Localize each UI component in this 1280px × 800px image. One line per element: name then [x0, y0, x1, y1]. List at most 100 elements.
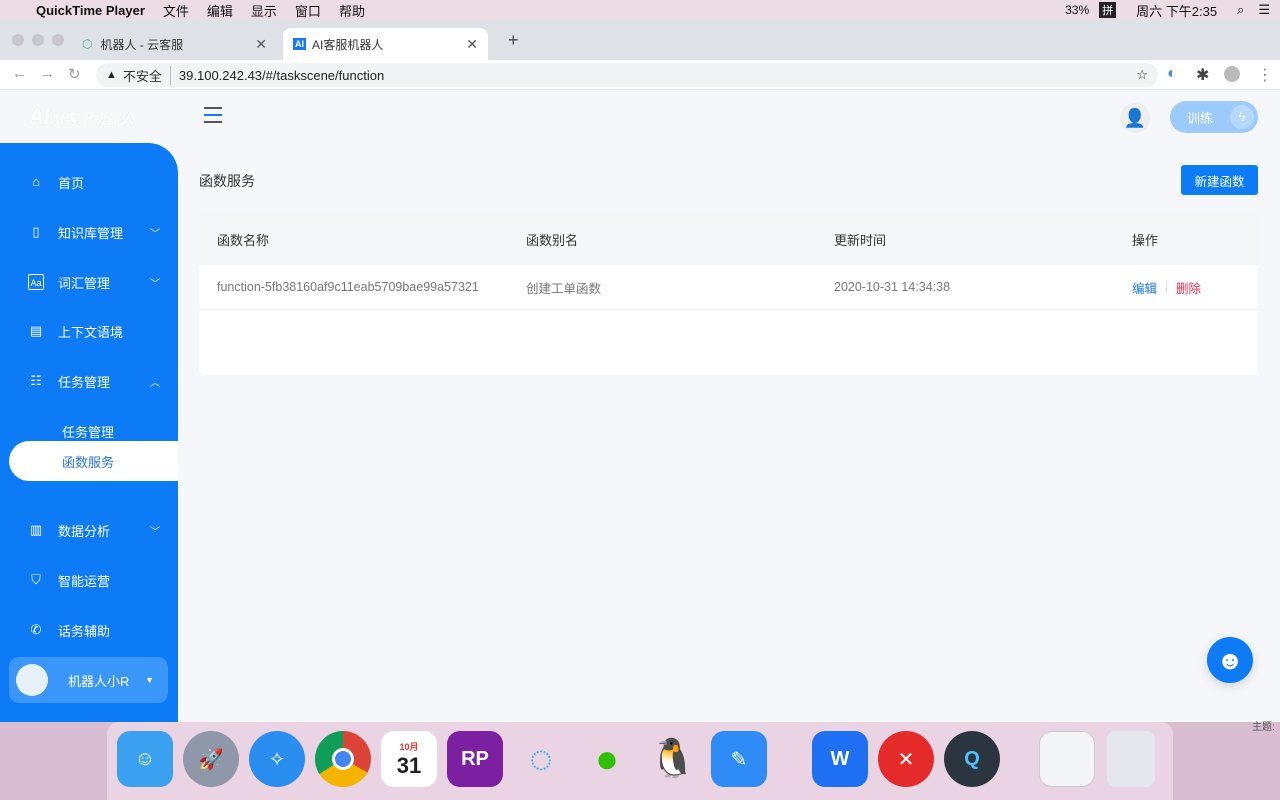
- chevron-up-icon: ︿: [150, 377, 160, 389]
- finder-icon[interactable]: ☺: [117, 731, 173, 787]
- user-avatar-icon[interactable]: 👤: [1120, 103, 1150, 133]
- xmind-icon[interactable]: ✕: [878, 731, 934, 787]
- star-icon[interactable]: ☆: [1136, 67, 1148, 83]
- wps-icon[interactable]: W: [812, 731, 868, 787]
- robot-profile-switcher[interactable]: 机器人小R ▼: [9, 657, 168, 703]
- sidebar-item-vocabulary[interactable]: Aa 词汇管理 ﹀: [0, 262, 178, 302]
- divider: [1166, 281, 1167, 293]
- safari-icon[interactable]: ✧: [249, 731, 305, 787]
- table-row: function-5fb38160af9c11eab5709bae99a5732…: [199, 265, 1258, 310]
- column-header: 操作: [1132, 232, 1159, 248]
- sidebar-item-operations[interactable]: ⛉ 智能运营: [0, 560, 178, 600]
- logo: AIAI客服机器人: [28, 104, 134, 129]
- profile-icon[interactable]: [1224, 66, 1240, 82]
- label: 任务管理: [58, 374, 111, 390]
- label: 智能运营: [58, 573, 111, 589]
- chevron-down-icon: ﹀: [150, 526, 160, 538]
- label: 首页: [58, 175, 85, 191]
- wechat-icon[interactable]: ●: [579, 731, 635, 787]
- puzzle-icon[interactable]: ✱: [1196, 65, 1209, 85]
- tab-ai-robot[interactable]: AI AI客服机器人 ✕: [283, 28, 488, 60]
- label: 任务管理: [62, 424, 115, 440]
- dock: ☺ 🚀 ✧ 10月 31 RP ◌ ● 🐧 ✎ W ✕ Q: [107, 722, 1173, 800]
- quicktime-icon[interactable]: Q: [944, 731, 1000, 787]
- input-method-icon[interactable]: 拼: [1099, 2, 1117, 18]
- chat-bot-icon[interactable]: ☻: [1207, 637, 1253, 683]
- column-header: 函数别名: [526, 232, 579, 248]
- extension-icon[interactable]: ◐: [1167, 65, 1177, 83]
- book-icon: ▯: [32, 224, 40, 239]
- security-label[interactable]: 不安全: [123, 65, 171, 85]
- document-icon: ▤: [29, 323, 43, 338]
- task-list-icon: ☷: [30, 373, 42, 388]
- menu-edit[interactable]: 编辑: [207, 1, 233, 20]
- table-header: 函数名称 函数别名 更新时间 操作: [199, 213, 1258, 265]
- address-bar-row: ← → ↻ ▲ 不安全 39.100.242.43/#/taskscene/fu…: [0, 60, 1280, 90]
- updated-time: 2020-10-31 14:34:38: [834, 280, 951, 294]
- notes-icon[interactable]: ✎: [711, 731, 767, 787]
- clock[interactable]: 周六 下午2:35: [1136, 1, 1217, 20]
- sidebar-item-context[interactable]: ▤ 上下文语境: [0, 311, 178, 351]
- chevron-down-icon: ﹀: [150, 228, 160, 240]
- window-controls[interactable]: [12, 34, 64, 46]
- hexagon-icon: ⬡: [82, 37, 93, 51]
- tab-cloud-service[interactable]: ⬡ 机器人 - 云客服 ✕: [72, 28, 277, 60]
- label: 知识库管理: [58, 225, 124, 241]
- label: 函数服务: [62, 454, 115, 470]
- sidebar-subitem-function[interactable]: 函数服务: [9, 441, 178, 481]
- menu-app[interactable]: QuickTime Player: [36, 3, 145, 18]
- battery-percent: 33%: [1065, 3, 1090, 17]
- qq-icon[interactable]: 🐧: [645, 731, 701, 787]
- launchpad-icon[interactable]: 🚀: [183, 731, 239, 787]
- menu-window[interactable]: 窗口: [295, 1, 321, 20]
- reload-icon[interactable]: ↻: [68, 65, 81, 83]
- column-header: 更新时间: [834, 232, 887, 248]
- function-name: function-5fb38160af9c11eab5709bae99a5732…: [217, 280, 479, 294]
- collapse-menu-icon[interactable]: [204, 107, 222, 123]
- tab-title: 机器人 - 云客服: [100, 37, 184, 52]
- more-icon[interactable]: ⋮: [1257, 65, 1273, 85]
- label: 话务辅助: [58, 623, 111, 639]
- chat-app-icon[interactable]: ◌: [513, 731, 569, 787]
- spotlight-icon[interactable]: ⌕: [1237, 2, 1244, 18]
- chrome-icon[interactable]: [315, 731, 371, 787]
- menu-bar: QuickTime Player 文件 编辑 显示 窗口 帮助 33% 拼 周六…: [0, 0, 1280, 20]
- lightning-icon: ϟ: [1230, 105, 1254, 129]
- tab-bar: ⬡ 机器人 - 云客服 ✕ AI AI客服机器人 ✕ +: [0, 20, 1280, 60]
- theme-hint: 主题:: [1252, 722, 1275, 733]
- page-title: 函数服务: [199, 173, 255, 189]
- sidebar-item-task[interactable]: ☷ 任务管理 ︿: [0, 361, 178, 401]
- back-icon[interactable]: ←: [12, 65, 27, 82]
- new-function-button[interactable]: 新建函数: [1181, 165, 1258, 195]
- ai-favicon-icon: AI: [293, 38, 306, 50]
- sidebar-item-call-assist[interactable]: ✆ 话务辅助: [0, 610, 178, 650]
- url-input[interactable]: ▲ 不安全 39.100.242.43/#/taskscene/function…: [96, 63, 1158, 87]
- warning-icon: ▲: [106, 69, 117, 81]
- close-icon[interactable]: ✕: [466, 36, 478, 53]
- menu-file[interactable]: 文件: [163, 1, 189, 20]
- label: 词汇管理: [58, 275, 111, 291]
- sidebar-item-home[interactable]: ⌂ 首页: [0, 162, 178, 202]
- sidebar-item-analytics[interactable]: ▥ 数据分析 ﹀: [0, 510, 178, 550]
- function-table-card: 函数名称 函数别名 更新时间 操作 function-5fb38160af9c1…: [199, 213, 1258, 375]
- new-tab-icon[interactable]: +: [508, 30, 519, 51]
- vocabulary-icon: Aa: [28, 274, 44, 290]
- window-preview-icon[interactable]: [1039, 731, 1095, 787]
- axure-rp-icon[interactable]: RP: [447, 731, 503, 787]
- menu-help[interactable]: 帮助: [339, 1, 365, 20]
- function-alias: 创建工单函数: [526, 281, 602, 296]
- sidebar: ⌂ 首页 ▯ 知识库管理 ﹀ Aa 词汇管理 ﹀ ▤ 上下文语境 ☷ 任务管理 ︿ 任务管理 函…: [0, 143, 178, 722]
- trash-icon[interactable]: [1107, 731, 1155, 787]
- menu-view[interactable]: 显示: [251, 1, 277, 20]
- chart-icon: ▥: [29, 522, 43, 537]
- profile-name: 机器人小R: [68, 673, 130, 689]
- train-button[interactable]: 训练 ϟ: [1170, 101, 1258, 133]
- control-center-icon[interactable]: ☰: [1258, 2, 1270, 18]
- edit-link[interactable]: 编辑: [1132, 278, 1157, 297]
- delete-link[interactable]: 删除: [1176, 278, 1201, 297]
- sidebar-item-knowledge[interactable]: ▯ 知识库管理 ﹀: [0, 212, 178, 252]
- calendar-icon[interactable]: 10月 31: [381, 731, 437, 787]
- column-header: 函数名称: [217, 232, 270, 248]
- forward-icon[interactable]: →: [40, 65, 55, 82]
- close-icon[interactable]: ✕: [255, 36, 267, 53]
